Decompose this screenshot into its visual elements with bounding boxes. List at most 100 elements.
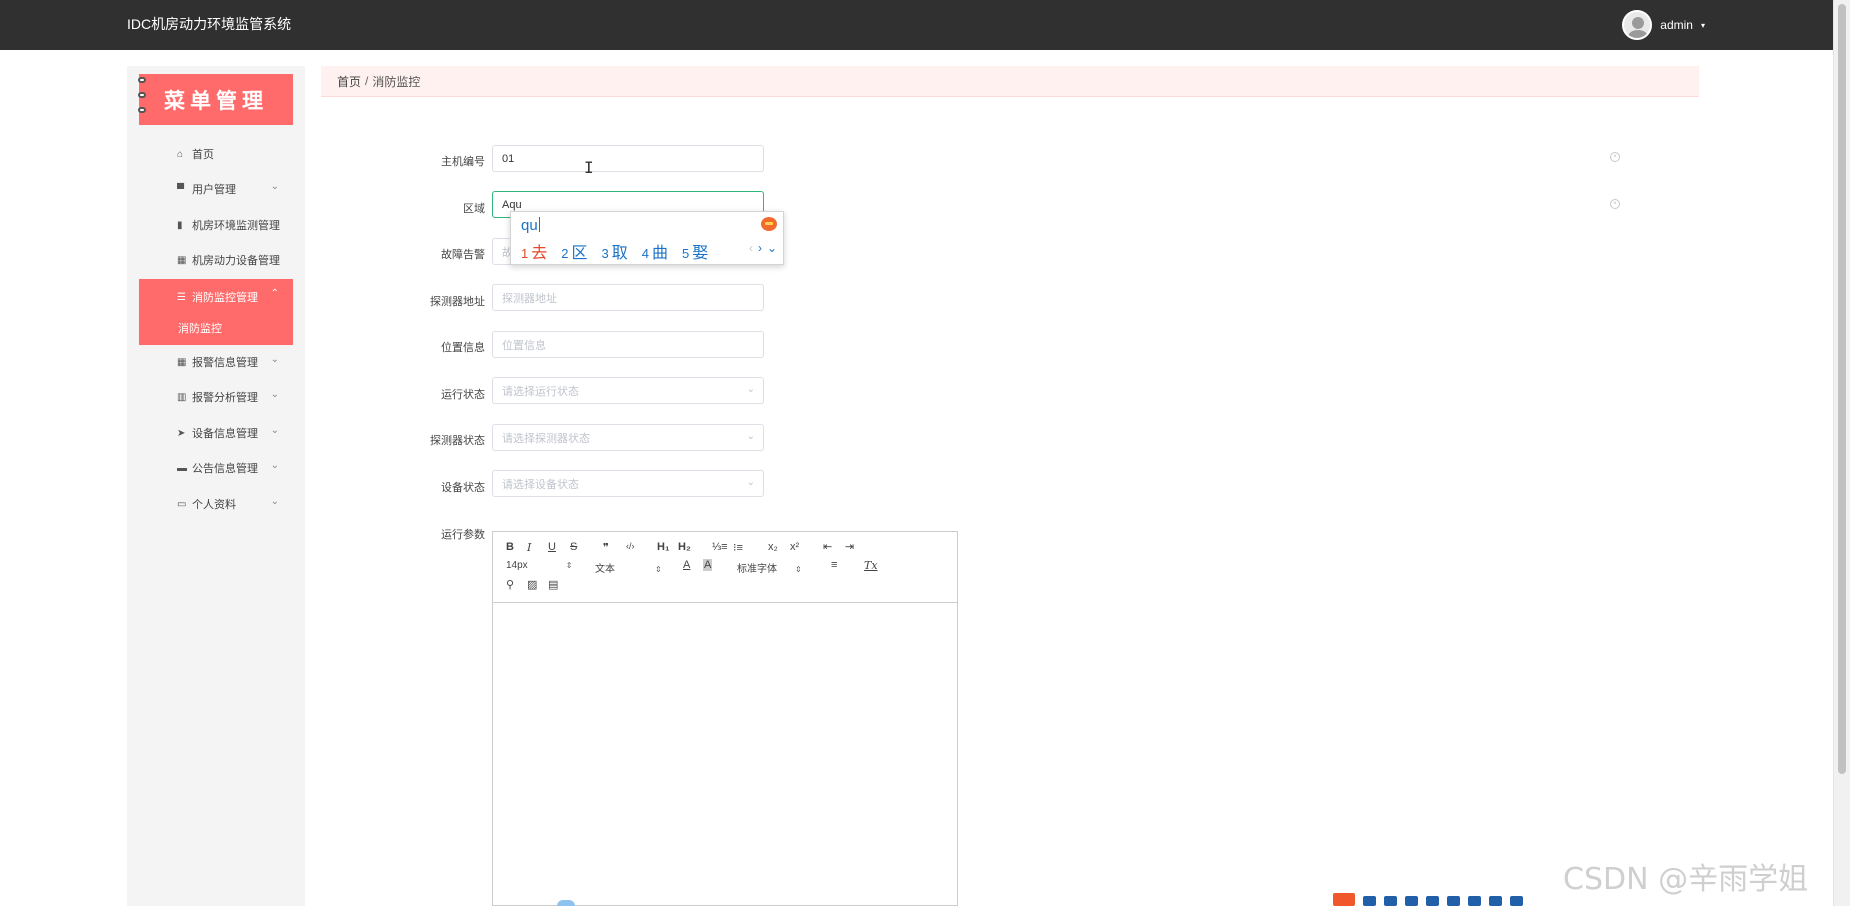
sidebar-item-notice-info[interactable]: ▬ 公告信息管理 ⌄ xyxy=(139,454,293,482)
sidebar-item-home[interactable]: ⌂ 首页 xyxy=(139,140,293,168)
location-input[interactable]: 位置信息 xyxy=(492,331,764,358)
sidebar-subitem-fire-monitor[interactable]: 消防监控 xyxy=(139,311,293,345)
sidebar-item-alarm-info[interactable]: ▦ 报警信息管理 ⌄ xyxy=(139,348,293,376)
sidebar: 菜单管理 ⌂ 首页 ▀ 用户管理 ⌄ ▮ 机房环境监测管理 ▦ 机房动力设备管理… xyxy=(127,66,305,906)
sidebar-item-profile[interactable]: ▭ 个人资料 ⌄ xyxy=(139,490,293,518)
microphone-icon[interactable] xyxy=(1405,896,1418,906)
ime-candidate[interactable]: 2区 xyxy=(561,239,587,263)
run-params-label: 运行参数 xyxy=(441,529,485,541)
chevron-down-icon: ⌄ xyxy=(270,389,279,400)
floating-button[interactable] xyxy=(557,900,575,906)
sidebar-item-device-info[interactable]: ➤ 设备信息管理 ⌄ xyxy=(139,419,293,447)
user-icon[interactable] xyxy=(1489,896,1502,906)
chevron-down-icon: ⌄ xyxy=(270,496,279,507)
video-icon[interactable]: ▤ xyxy=(548,578,558,591)
area-value: Aqu xyxy=(502,198,522,211)
outdent-icon[interactable]: ⇤ xyxy=(823,540,832,553)
clear-format-icon[interactable]: Tx xyxy=(864,559,878,572)
text-cursor-icon: I xyxy=(584,158,594,177)
sidebar-item-user-management[interactable]: ▀ 用户管理 ⌄ xyxy=(139,175,293,203)
italic-icon[interactable]: I xyxy=(527,541,531,554)
ime-candidate-popup: qu 1去 2区 3取 4曲 5娶 ‹ › ⌄ xyxy=(510,211,784,265)
heading-2-icon[interactable]: H₂ xyxy=(678,541,691,553)
detector-status-select[interactable]: 请选择探测器状态 ⌄ xyxy=(492,424,764,451)
settings-icon[interactable] xyxy=(1510,896,1523,906)
book-icon: ▮ xyxy=(177,219,183,231)
run-status-select[interactable]: 请选择运行状态 ⌄ xyxy=(492,377,764,404)
prev-page-icon[interactable]: ‹ xyxy=(749,241,753,255)
user-name[interactable]: admin xyxy=(1660,18,1693,32)
sidebar-item-env-monitoring[interactable]: ▮ 机房环境监测管理 xyxy=(139,211,293,239)
superscript-icon[interactable]: x² xyxy=(790,541,799,553)
ime-candidate[interactable]: 3取 xyxy=(602,239,628,263)
font-family-select[interactable]: 标准字体 ⇕ xyxy=(737,560,802,575)
ime-toolbar xyxy=(1333,893,1550,906)
ordered-list-icon[interactable]: ⅓≡ xyxy=(712,541,728,553)
scrollbar-thumb[interactable] xyxy=(1838,4,1846,774)
avatar[interactable] xyxy=(1622,10,1653,40)
sogou-icon[interactable] xyxy=(1333,893,1355,906)
editor-toolbar: B I U S ❞ ‹/› H₁ H₂ ⅓≡ ⁝≡ x₂ x² ⇤ ⇥ 14px… xyxy=(493,532,957,603)
editor-content[interactable] xyxy=(493,603,957,905)
ime-composition: qu xyxy=(521,217,540,234)
run-status-label: 运行状态 xyxy=(441,389,485,401)
expand-icon[interactable]: ⌄ xyxy=(767,241,777,255)
sidebar-item-fire-monitoring[interactable]: ☰ 消防监控管理 ⌃ xyxy=(139,279,293,315)
bullet-list-icon[interactable]: ⁝≡ xyxy=(733,541,743,554)
card-icon: ▭ xyxy=(177,498,187,510)
font-size-select[interactable]: 14px ⇕ xyxy=(506,560,572,571)
link-icon[interactable]: ⚲ xyxy=(506,578,514,591)
clear-icon[interactable]: × xyxy=(1610,152,1620,162)
sidebar-item-label: 公告信息管理 xyxy=(192,463,258,475)
background-color-icon[interactable]: A xyxy=(703,559,713,571)
sidebar-item-power-equipment[interactable]: ▦ 机房动力设备管理 xyxy=(139,246,293,274)
ime-candidate[interactable]: 5娶 xyxy=(682,239,708,263)
sidebar-subitem-label: 消防监控 xyxy=(178,323,222,335)
menu-banner-title: 菜单管理 xyxy=(164,87,268,113)
keyboard-icon[interactable] xyxy=(1426,896,1439,906)
breadcrumb-home[interactable]: 首页 xyxy=(337,73,361,90)
paragraph-select[interactable]: 文本 ⇕ xyxy=(595,560,662,575)
breadcrumb-current: 消防监控 xyxy=(372,74,421,89)
ime-candidate[interactable]: 1去 xyxy=(521,239,547,263)
strikethrough-icon[interactable]: S xyxy=(570,541,577,553)
run-status-placeholder: 请选择运行状态 xyxy=(502,385,579,398)
sidebar-item-label: 用户管理 xyxy=(192,184,236,196)
punctuation-icon[interactable] xyxy=(1384,896,1397,906)
next-page-icon[interactable]: › xyxy=(758,241,762,255)
clear-icon[interactable]: × xyxy=(1610,199,1620,209)
caret-down-icon[interactable]: ▾ xyxy=(1701,21,1705,30)
bold-icon[interactable]: B xyxy=(506,541,514,553)
breadcrumb: 首页 / 消防监控 xyxy=(321,66,1699,97)
device-status-select[interactable]: 请选择设备状态 ⌄ xyxy=(492,470,764,497)
device-status-label: 设备状态 xyxy=(441,482,485,494)
blockquote-icon[interactable]: ❞ xyxy=(603,541,609,554)
ime-candidates: 1去 2区 3取 4曲 5娶 xyxy=(521,239,708,263)
ime-candidate[interactable]: 4曲 xyxy=(642,239,668,263)
subscript-icon[interactable]: x₂ xyxy=(768,541,778,553)
indent-icon[interactable]: ⇥ xyxy=(845,540,854,553)
skin-icon[interactable] xyxy=(1447,896,1460,906)
sidebar-item-alarm-analysis[interactable]: ▥ 报警分析管理 ⌄ xyxy=(139,383,293,411)
underline-icon[interactable]: U xyxy=(548,541,556,553)
font-color-icon[interactable]: A xyxy=(683,559,690,571)
home-icon: ⌂ xyxy=(177,148,184,160)
vertical-scrollbar[interactable] xyxy=(1833,0,1850,906)
comment-icon: ▀ xyxy=(177,183,185,195)
sidebar-item-label: 报警分析管理 xyxy=(192,392,258,404)
ime-logo-icon xyxy=(761,217,777,231)
chinese-mode-icon[interactable] xyxy=(1363,896,1376,906)
code-block-icon[interactable]: ‹/› xyxy=(626,541,635,551)
detector-address-placeholder: 探测器地址 xyxy=(502,292,557,305)
image-icon[interactable]: ▨ xyxy=(527,578,537,591)
heading-1-icon[interactable]: H₁ xyxy=(657,541,670,553)
sidebar-item-label: 机房环境监测管理 xyxy=(192,220,280,232)
location-placeholder: 位置信息 xyxy=(502,339,546,352)
tools-icon[interactable] xyxy=(1468,896,1481,906)
host-no-input[interactable]: 01 xyxy=(492,145,764,172)
detector-address-input[interactable]: 探测器地址 xyxy=(492,284,764,311)
sidebar-item-label: 报警信息管理 xyxy=(192,357,258,369)
align-icon[interactable]: ≡ xyxy=(831,559,837,571)
user-menu[interactable]: admin ▾ xyxy=(1622,8,1705,42)
detector-status-placeholder: 请选择探测器状态 xyxy=(502,432,590,445)
